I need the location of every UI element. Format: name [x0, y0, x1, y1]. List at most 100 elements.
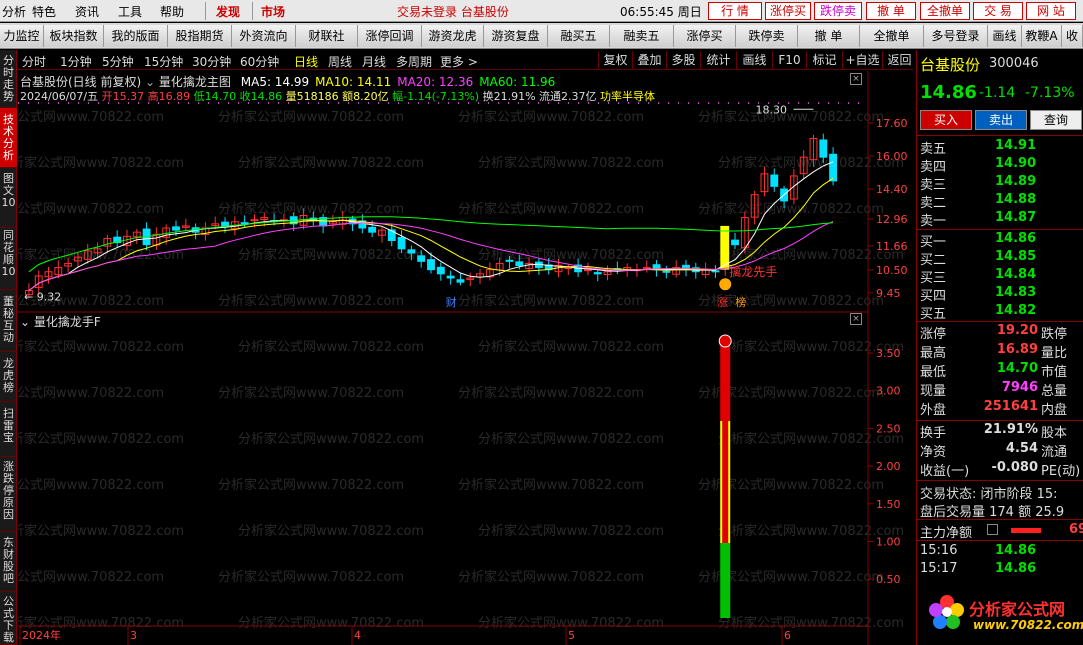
toolbar-sector-index[interactable]: 板块指数 — [44, 25, 104, 47]
toolbar-margin-buy[interactable]: 融买五 — [548, 25, 610, 47]
period-30min[interactable]: 30分钟 — [192, 53, 231, 70]
close-icon[interactable]: × — [850, 73, 862, 85]
stat-row[interactable]: 最高 16.89 量比 — [917, 342, 1083, 361]
toolbar-foreign-flow[interactable]: 外资流向 — [232, 25, 296, 47]
ask-row[interactable]: 卖一 14.87 — [917, 210, 1083, 229]
sidebar-limit-reasons[interactable]: 涨跌停原因 — [0, 457, 17, 532]
period-60min[interactable]: 60分钟 — [240, 53, 279, 70]
period-weekly[interactable]: 周线 — [328, 53, 352, 70]
menu-market[interactable]: 市场 — [261, 3, 285, 20]
stat-row[interactable]: 现量 7946 总量 — [917, 380, 1083, 399]
tick-row[interactable]: 15:16 14.86 — [917, 543, 1083, 559]
close-icon[interactable]: × — [850, 313, 862, 325]
buy-button[interactable]: 买入 — [920, 110, 972, 130]
toolbar-limit-pullback[interactable]: 涨停回调 — [358, 25, 422, 47]
toolbar-monitor[interactable]: 力监控 — [0, 25, 44, 47]
period-5min[interactable]: 5分钟 — [102, 53, 134, 70]
row-value: 14.89 — [995, 174, 1037, 189]
website-button[interactable]: 网 站 — [1026, 2, 1076, 20]
candle-body — [417, 255, 426, 262]
sidebar-eastmoney-forum[interactable]: 东财股吧 — [0, 532, 17, 592]
tick-row[interactable]: 15:17 14.86 — [917, 561, 1083, 577]
kline-chart[interactable]: 分析家公式网www.70822.com 分析家公式网www.70822.com 分析… — [0, 71, 916, 645]
chevron-down-icon[interactable]: ⌄ — [20, 315, 30, 329]
menu-features[interactable]: 特色 — [32, 3, 56, 20]
ask-row[interactable]: 卖三 14.89 — [917, 174, 1083, 193]
toolbar-draw[interactable]: 画线 — [988, 25, 1022, 47]
stat-row[interactable]: 外盘 251641 内盘 — [917, 399, 1083, 418]
tool-back[interactable]: 返回 — [882, 51, 916, 69]
menu-tools[interactable]: 工具 — [118, 3, 142, 20]
menu-analysis[interactable]: 分析 — [2, 3, 26, 20]
toolbar-cls[interactable]: 财联社 — [296, 25, 358, 47]
sidebar-graphic[interactable]: 图文10 — [0, 168, 17, 228]
toolbar-multi-login[interactable]: 多号登录 — [924, 25, 988, 47]
low-price-label: ← 9.32 — [24, 290, 61, 303]
limit-down-sell-button[interactable]: 跌停卖 — [814, 2, 862, 20]
bid-row[interactable]: 买一 14.86 — [917, 231, 1083, 250]
toolbar-collapse[interactable]: 收 — [1062, 25, 1083, 47]
toolbar-pointer[interactable]: 教鞭A — [1022, 25, 1062, 47]
ask-row[interactable]: 卖二 14.88 — [917, 192, 1083, 211]
ask-row[interactable]: 卖五 14.91 — [917, 138, 1083, 157]
query-button[interactable]: 查询 — [1030, 110, 1082, 130]
toolbar-index-futures[interactable]: 股指期货 — [168, 25, 232, 47]
tool-mark[interactable]: 标记 — [806, 51, 842, 69]
chevron-down-icon[interactable]: ⌄ — [145, 75, 155, 89]
stat-row[interactable]: 换手 21.91% 股本 — [917, 422, 1083, 441]
tool-f10[interactable]: F10 — [772, 51, 806, 69]
tool-adjust[interactable]: 复权 — [598, 51, 632, 69]
cancel-all-button[interactable]: 全撤单 — [920, 2, 970, 20]
sub-chart-title[interactable]: 量化擒龙手F — [34, 315, 101, 329]
info-formula: 功率半导体 — [600, 90, 656, 103]
period-multi[interactable]: 多周期 — [396, 53, 432, 70]
sidebar-dragon-tiger[interactable]: 龙虎榜 — [0, 352, 17, 402]
indicator-name[interactable]: 量化擒龙主图 — [159, 75, 231, 89]
limit-up-buy-button[interactable]: 涨停买 — [765, 2, 811, 20]
tool-overlay[interactable]: 叠加 — [632, 51, 666, 69]
stat-row[interactable]: 收益(一) -0.080 PE(动) — [917, 460, 1083, 479]
bid-row[interactable]: 买五 14.82 — [917, 303, 1083, 322]
sell-button[interactable]: 卖出 — [975, 110, 1027, 130]
toolbar-margin-sell[interactable]: 融卖五 — [610, 25, 674, 47]
sidebar-formula-download[interactable]: 公式下载 — [0, 592, 17, 645]
toolbar-limit-down-sell[interactable]: 跌停卖 — [736, 25, 798, 47]
menu-help[interactable]: 帮助 — [160, 3, 184, 20]
sidebar-minesweeper[interactable]: 扫雷宝 — [0, 402, 17, 457]
period-monthly[interactable]: 月线 — [362, 53, 386, 70]
toolbar-cancel-all[interactable]: 全撤单 — [860, 25, 924, 47]
indicator-top-marker — [718, 334, 732, 348]
period-1min[interactable]: 1分钟 — [60, 53, 92, 70]
menu-discover[interactable]: 发现 — [216, 3, 240, 20]
toolbar-hot-money[interactable]: 游资龙虎 — [422, 25, 484, 47]
ask-row[interactable]: 卖四 14.90 — [917, 156, 1083, 175]
trade-button[interactable]: 交 易 — [973, 2, 1023, 20]
bid-row[interactable]: 买三 14.84 — [917, 267, 1083, 286]
bid-row[interactable]: 买二 14.85 — [917, 249, 1083, 268]
period-daily[interactable]: 日线 — [294, 53, 318, 70]
toolbar-my-layout[interactable]: 我的版面 — [104, 25, 168, 47]
tool-stats[interactable]: 统计 — [700, 51, 736, 69]
toolbar-hot-money-review[interactable]: 游资复盘 — [484, 25, 548, 47]
stat-row[interactable]: 涨停 19.20 跌停 — [917, 323, 1083, 342]
stat-row[interactable]: 净资 4.54 流通 — [917, 441, 1083, 460]
sidebar-technical[interactable]: 技术分析 — [0, 108, 17, 168]
period-more[interactable]: 更多 > — [440, 53, 478, 70]
sidebar-intraday[interactable]: 分时走势 — [0, 50, 17, 108]
toolbar-limit-up-buy[interactable]: 涨停买 — [674, 25, 736, 47]
list-icon[interactable] — [987, 524, 998, 535]
stat-row[interactable]: 最低 14.70 市值 — [917, 361, 1083, 380]
quote-button[interactable]: 行 情 — [708, 2, 762, 20]
menu-news[interactable]: 资讯 — [75, 3, 99, 20]
period-minute-chart[interactable]: 分时 — [22, 53, 46, 70]
bid-row[interactable]: 买四 14.83 — [917, 285, 1083, 304]
tool-draw[interactable]: 画线 — [736, 51, 772, 69]
row-value: 14.70 — [996, 361, 1038, 376]
tool-multi-stock[interactable]: 多股 — [666, 51, 700, 69]
tool-add-watchlist[interactable]: +自选 — [842, 51, 882, 69]
sidebar-ths[interactable]: 同花顺10 — [0, 228, 17, 290]
period-15min[interactable]: 15分钟 — [144, 53, 183, 70]
sidebar-board-qa[interactable]: 董秘互动 — [0, 290, 17, 352]
cancel-order-button[interactable]: 撤 单 — [866, 2, 916, 20]
toolbar-cancel[interactable]: 撤 单 — [798, 25, 860, 47]
